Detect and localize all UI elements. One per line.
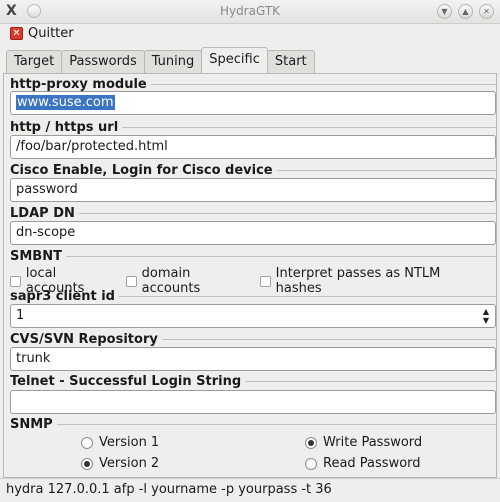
tab-passwords[interactable]: Passwords	[61, 50, 145, 73]
window-title: HydraGTK	[219, 4, 281, 18]
ldap-section: LDAP DN	[10, 205, 496, 221]
read-password-label: Read Password	[323, 456, 421, 471]
tab-specific[interactable]: Specific	[201, 47, 268, 73]
close-icon: ✕	[483, 7, 490, 16]
tab-bar: Target Passwords Tuning Specific Start	[6, 47, 315, 73]
http-url-label: http / https url	[10, 119, 119, 135]
close-button[interactable]: ✕	[479, 4, 494, 19]
quit-label: Quitter	[28, 26, 74, 41]
maximize-button[interactable]: ▲	[458, 4, 473, 19]
menu-bar: ✕ Quitter	[0, 24, 500, 46]
write-password-label: Write Password	[323, 435, 423, 450]
spinner-arrows-icon[interactable]: ▲ ▼	[483, 307, 489, 325]
http-url-section: http / https url	[10, 119, 496, 135]
divider	[78, 212, 496, 214]
snmp-section: SNMP	[10, 416, 496, 432]
divider	[56, 423, 496, 425]
minimize-button[interactable]: ▼	[437, 4, 452, 19]
smbnt-section: SMBNT	[10, 248, 496, 264]
radio-button[interactable]	[81, 457, 93, 470]
cisco-label: Cisco Enable, Login for Cisco device	[10, 162, 273, 178]
http-proxy-value: www.suse.com	[16, 95, 115, 110]
http-proxy-section: http-proxy module	[10, 76, 496, 92]
sapr3-label: sapr3 client id	[10, 288, 115, 304]
divider	[150, 83, 496, 85]
sapr3-section: sapr3 client id	[10, 288, 496, 304]
quit-menu-item[interactable]: ✕ Quitter	[10, 26, 74, 41]
read-password-radio[interactable]: Read Password	[305, 456, 421, 471]
status-bar: hydra 127.0.0.1 afp -l yourname -p yourp…	[0, 478, 500, 502]
chevron-down-icon: ▼	[441, 7, 448, 16]
http-proxy-input[interactable]: www.suse.com	[10, 91, 496, 115]
radio-button[interactable]	[305, 436, 317, 449]
radio-button[interactable]	[81, 436, 93, 449]
close-icon: ✕	[10, 27, 23, 40]
telnet-label: Telnet - Successful Login String	[10, 373, 242, 389]
cvs-section: CVS/SVN Repository	[10, 331, 496, 347]
ldap-dn-input[interactable]: dn-scope	[10, 221, 496, 245]
divider	[245, 380, 496, 382]
tab-tuning[interactable]: Tuning	[143, 50, 203, 73]
ldap-label: LDAP DN	[10, 205, 75, 221]
checkbox-box[interactable]	[10, 275, 21, 287]
http-proxy-label: http-proxy module	[10, 76, 147, 92]
version1-radio[interactable]: Version 1	[81, 435, 159, 450]
cisco-section: Cisco Enable, Login for Cisco device	[10, 162, 496, 178]
cvs-label: CVS/SVN Repository	[10, 331, 158, 347]
command-preview: hydra 127.0.0.1 afp -l yourname -p yourp…	[6, 482, 332, 497]
telnet-login-string-input[interactable]	[10, 390, 496, 414]
checkbox-box[interactable]	[125, 275, 137, 287]
snmp-label: SNMP	[10, 416, 53, 432]
version1-label: Version 1	[99, 435, 160, 450]
write-password-radio[interactable]: Write Password	[305, 435, 422, 450]
sapr3-value: 1	[16, 308, 25, 323]
cisco-password-input[interactable]: password	[10, 178, 496, 202]
tab-start[interactable]: Start	[266, 50, 315, 73]
version2-label: Version 2	[99, 456, 160, 471]
chevron-up-icon: ▲	[462, 7, 469, 16]
radio-button[interactable]	[305, 457, 317, 470]
divider	[122, 126, 496, 128]
smbnt-label: SMBNT	[10, 248, 62, 264]
version2-radio[interactable]: Version 2	[81, 456, 159, 471]
checkbox-box[interactable]	[259, 275, 271, 287]
specific-panel: http-proxy module www.suse.com http / ht…	[3, 73, 497, 478]
title-bar: X HydraGTK ▼ ▲ ✕	[0, 0, 500, 24]
cvs-repository-input[interactable]: trunk	[10, 347, 496, 371]
http-url-input[interactable]: /foo/bar/protected.html	[10, 135, 496, 159]
divider	[276, 169, 496, 171]
divider	[119, 295, 496, 297]
divider	[65, 255, 496, 257]
tab-target[interactable]: Target	[6, 50, 63, 73]
divider	[161, 338, 496, 340]
telnet-section: Telnet - Successful Login String	[10, 373, 496, 389]
sapr3-client-id-spinner[interactable]: 1 ▲ ▼	[10, 304, 496, 328]
